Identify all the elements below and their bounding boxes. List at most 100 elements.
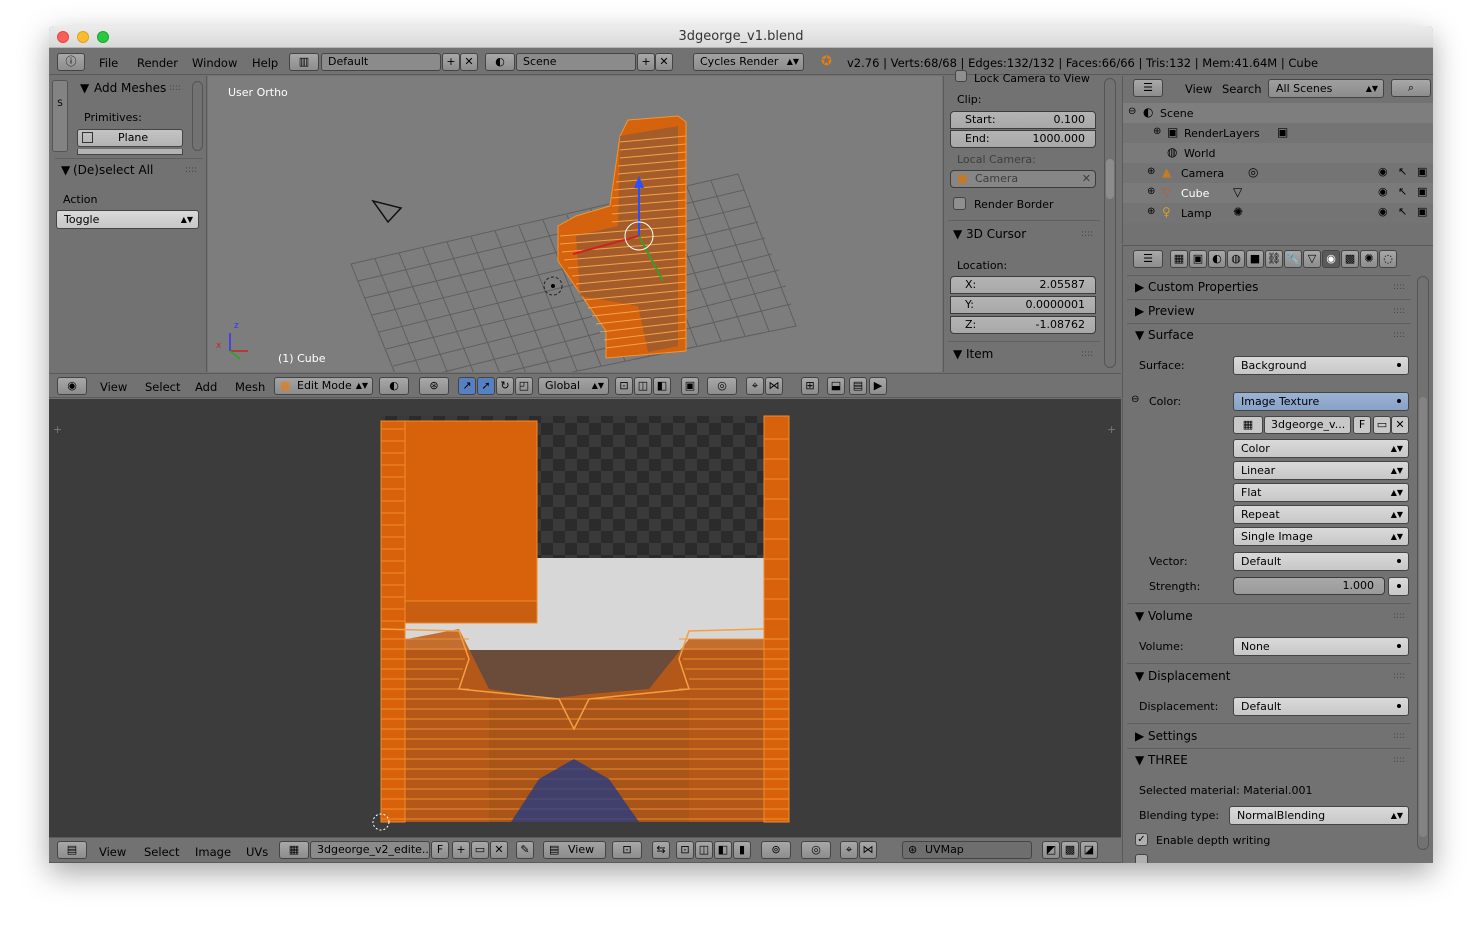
editor-type-uv-icon[interactable]: ▤ <box>57 841 87 859</box>
menu-window[interactable]: Window <box>192 54 237 72</box>
remove-layout-icon[interactable]: ✕ <box>460 53 478 71</box>
sync-selection-icon[interactable]: ⇆ <box>652 841 670 859</box>
menu-select[interactable]: Select <box>145 378 180 396</box>
snap-target-icon[interactable]: ⋈ <box>859 841 877 859</box>
collapse-icon[interactable]: ⊖ <box>1131 394 1139 405</box>
displacement-expand-icon[interactable]: ▼ <box>1135 669 1144 683</box>
menu-view[interactable]: View <box>100 378 127 396</box>
deselect-all-title[interactable]: (De)select All <box>73 163 153 177</box>
surface-shader-select[interactable]: Background <box>1233 356 1409 375</box>
mode-select[interactable]: ▦ Edit Mode ▲▼ <box>274 377 373 395</box>
pin-icon[interactable]: ✎ <box>516 841 534 859</box>
menu-help[interactable]: Help <box>252 54 278 72</box>
menu-uvs[interactable]: UVs <box>246 843 268 861</box>
add-scene-icon[interactable]: + <box>637 53 655 71</box>
volume-title[interactable]: Volume <box>1148 609 1193 623</box>
vertex-select-icon[interactable]: ⊡ <box>615 377 633 395</box>
vector-select[interactable]: Default <box>1233 552 1409 571</box>
image-name-field[interactable]: 3dgeorge_v... <box>1264 416 1351 434</box>
physics-tab-icon[interactable]: ◌ <box>1379 250 1397 268</box>
menu-mesh[interactable]: Mesh <box>235 378 265 396</box>
drag-handle-icon[interactable]: :::: <box>1393 330 1405 340</box>
tool-shelf-scrollbar[interactable] <box>192 81 203 151</box>
depth-test-checkbox[interactable] <box>1135 854 1148 863</box>
snap-icon[interactable]: ⌖ <box>746 377 764 395</box>
menu-add[interactable]: Add <box>195 378 217 396</box>
fake-user-button[interactable]: F <box>431 841 449 859</box>
drag-handle-icon[interactable]: :::: <box>1393 671 1405 681</box>
edge-select-icon[interactable]: ◫ <box>634 377 652 395</box>
drag-handle-icon[interactable]: :::: <box>1081 349 1093 359</box>
checker-icon[interactable]: ▩ <box>1061 841 1079 859</box>
n-panel-scrollbar[interactable] <box>1104 78 1116 368</box>
render-tab-icon[interactable]: ▦ <box>1170 250 1188 268</box>
visibility-eye-icon[interactable]: ◉ <box>1378 165 1388 178</box>
interpolation-select[interactable]: Linear ▲▼ <box>1233 461 1409 480</box>
drag-handle-icon[interactable]: :::: <box>1393 731 1405 741</box>
opengl-render-icon[interactable]: ⬓ <box>827 377 845 395</box>
render-animation-icon[interactable]: ▶ <box>869 377 887 395</box>
uv-edge-select-icon[interactable]: ◫ <box>695 841 713 859</box>
renderlayers-tab-icon[interactable]: ▣ <box>1189 250 1207 268</box>
shading-icon[interactable]: ◐ <box>379 377 409 395</box>
custom-properties-title[interactable]: Custom Properties <box>1148 280 1258 294</box>
zoom-window-button[interactable] <box>97 31 109 43</box>
expand-icon[interactable]: ⊕ <box>1153 126 1161 137</box>
surface-title[interactable]: Surface <box>1148 328 1194 342</box>
outliner-cube-label[interactable]: Cube <box>1181 187 1209 200</box>
preview-expand-icon[interactable]: ▶ <box>1135 304 1144 318</box>
drag-handle-icon[interactable]: :::: <box>185 165 197 175</box>
view-mode-select[interactable]: ▤ View <box>543 841 606 859</box>
minimize-window-button[interactable] <box>77 31 89 43</box>
unlink-image-icon[interactable]: ✕ <box>1391 416 1409 434</box>
screen-layout-field[interactable]: Default <box>321 53 441 71</box>
strength-socket-button[interactable] <box>1388 577 1409 596</box>
clear-icon[interactable]: ✕ <box>1082 171 1091 187</box>
scrollbar-thumb[interactable] <box>1106 159 1114 199</box>
cursor-y-field[interactable]: Y: 0.0000001 <box>950 296 1096 314</box>
display-filter-select[interactable]: All Scenes ▲▼ <box>1268 79 1384 98</box>
item-title[interactable]: Item <box>966 347 993 361</box>
select-arrow-icon[interactable]: ↖ <box>1398 185 1407 198</box>
menu-image[interactable]: Image <box>195 843 231 861</box>
projection-select[interactable]: Flat ▲▼ <box>1233 483 1409 502</box>
source-select[interactable]: Single Image ▲▼ <box>1233 527 1409 546</box>
orientation-select[interactable]: Global ▲▼ <box>538 377 609 395</box>
collapse-icon[interactable]: ⊖ <box>1128 106 1136 117</box>
visibility-eye-icon[interactable]: ◉ <box>1378 205 1388 218</box>
uv-image-editor[interactable]: + + <box>49 399 1121 837</box>
outliner-world-label[interactable]: World <box>1184 147 1216 160</box>
scene-field[interactable]: Scene <box>516 53 636 71</box>
drag-handle-icon[interactable]: :::: <box>1393 306 1405 316</box>
cursor-x-field[interactable]: X: 2.05587 <box>950 276 1096 294</box>
select-arrow-icon[interactable]: ↖ <box>1398 205 1407 218</box>
add-cube-button[interactable] <box>77 149 183 155</box>
expand-icon[interactable]: ⊕ <box>1147 186 1155 197</box>
face-select-icon[interactable]: ◧ <box>653 377 671 395</box>
scale-icon[interactable]: ◰ <box>515 377 533 395</box>
scene-tab-icon[interactable]: ◐ <box>1208 250 1226 268</box>
local-camera-field[interactable]: Camera ■ ✕ <box>950 170 1096 188</box>
menu-file[interactable]: File <box>99 54 118 72</box>
translate-icon[interactable]: ➚ <box>477 377 495 395</box>
add-layout-icon[interactable]: + <box>442 53 460 71</box>
sticky-select-icon[interactable]: ⊚ <box>761 841 791 859</box>
render-camera-icon[interactable]: ▣ <box>1417 205 1427 218</box>
color-input-select[interactable]: Image Texture <box>1233 392 1409 411</box>
depth-writing-checkbox[interactable]: ✓ <box>1135 833 1148 846</box>
clip-start-field[interactable]: Start: 0.100 <box>950 111 1096 129</box>
open-image-icon[interactable]: ▭ <box>1373 416 1391 434</box>
blending-type-select[interactable]: NormalBlending ▲▼ <box>1229 806 1409 825</box>
close-window-button[interactable] <box>57 31 69 43</box>
volume-expand-icon[interactable]: ▼ <box>1135 609 1144 623</box>
paint-mode-icon[interactable]: ◩ <box>1042 841 1060 859</box>
constraints-tab-icon[interactable]: ⛓ <box>1265 250 1283 268</box>
uv-vertex-select-icon[interactable]: ⊡ <box>676 841 694 859</box>
outliner-renderlayers-label[interactable]: RenderLayers <box>1184 127 1260 140</box>
tool-tab[interactable]: S <box>52 80 68 152</box>
world-tab-icon[interactable]: ◍ <box>1227 250 1245 268</box>
proportional-edit-icon[interactable]: ◎ <box>801 841 831 859</box>
search-icon[interactable]: ⌕ <box>1391 79 1431 97</box>
unlink-image-icon[interactable]: ✕ <box>490 841 508 859</box>
three-title[interactable]: THREE <box>1148 753 1188 767</box>
